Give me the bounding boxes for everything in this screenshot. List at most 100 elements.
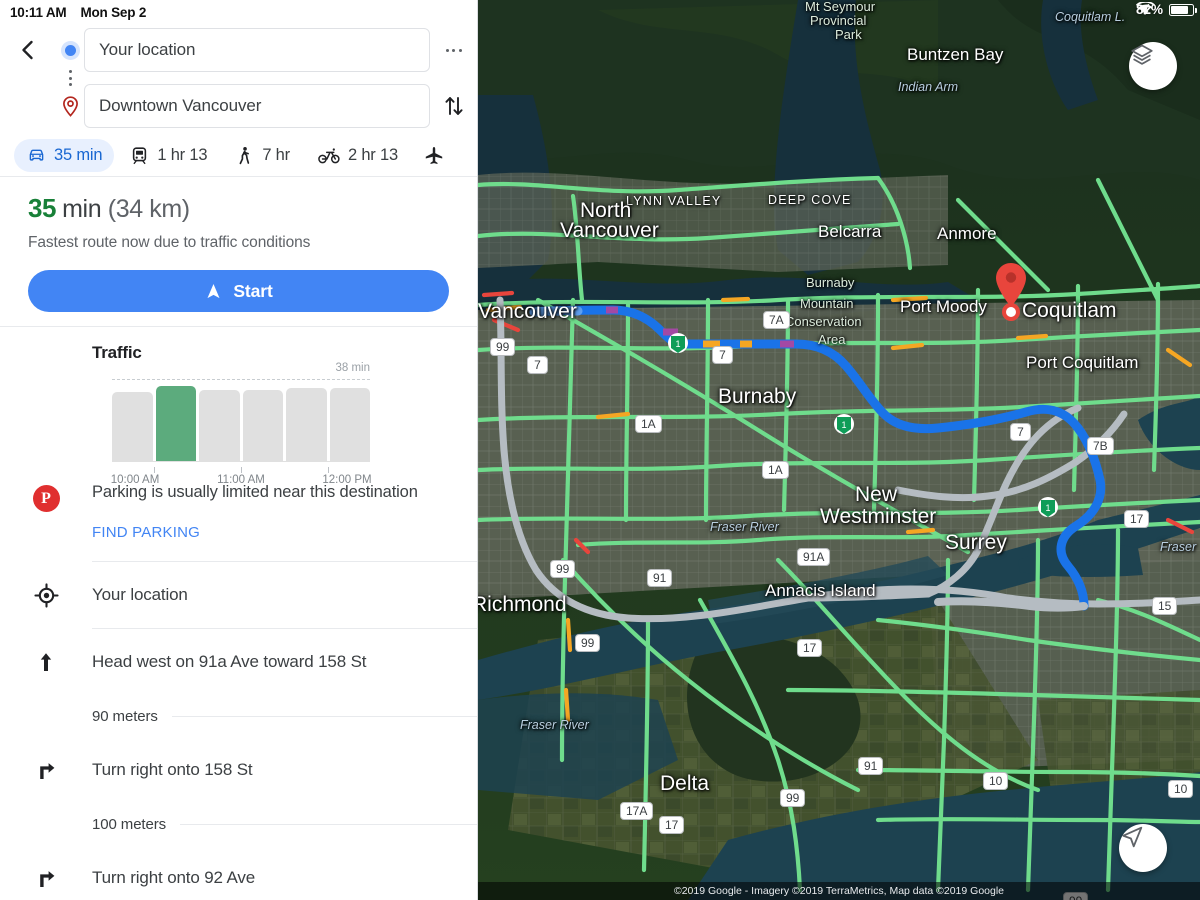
mode-driving-label: 35 min bbox=[54, 145, 103, 164]
more-horizontal-icon bbox=[445, 48, 462, 52]
back-button[interactable] bbox=[0, 38, 56, 62]
eta-unit: min bbox=[62, 195, 102, 223]
eta-line: 35 min (34 km) bbox=[28, 193, 449, 224]
origin-dot-icon bbox=[64, 44, 76, 56]
swap-route-button[interactable] bbox=[430, 93, 477, 119]
highway-shield: 7 bbox=[527, 356, 548, 374]
connector-dots-icon bbox=[68, 70, 72, 86]
map-pin-icon bbox=[62, 95, 78, 117]
destination-pin-marker bbox=[56, 95, 84, 117]
traffic-bar bbox=[155, 385, 196, 461]
step-distance: 100 meters bbox=[92, 815, 167, 833]
destination-input[interactable]: Downtown Vancouver bbox=[84, 84, 430, 128]
origin-dot-marker bbox=[56, 44, 84, 56]
directions-step-list: Your location Head west on 91a Ave towar… bbox=[0, 562, 477, 900]
parking-body: Parking is usually limited near this des… bbox=[92, 483, 477, 541]
my-location-icon bbox=[33, 582, 59, 608]
chart-x-label: 10:00 AM bbox=[110, 474, 160, 486]
step-text: Turn right onto 92 Ave bbox=[92, 868, 256, 887]
highway-shield: 91 bbox=[647, 569, 673, 587]
mode-walking[interactable]: 7 hr bbox=[222, 139, 302, 172]
status-time: 10:11 AM bbox=[10, 4, 67, 20]
traffic-bar bbox=[112, 391, 153, 461]
chart-x-labels: 10:00 AM 11:00 AM 12:00 PM bbox=[82, 474, 400, 486]
route-note: Fastest route now due to traffic conditi… bbox=[28, 234, 311, 251]
map-view[interactable]: 1 1 1 82% Mt Seymour Provincial Park Bun… bbox=[478, 0, 1200, 900]
highway-shield: 99 bbox=[550, 560, 576, 578]
mode-flights[interactable] bbox=[413, 139, 455, 172]
svg-text:1: 1 bbox=[841, 420, 846, 430]
mode-cycling[interactable]: 2 hr 13 bbox=[305, 139, 410, 172]
highway-shield: 99 bbox=[780, 789, 806, 807]
highway-shield: 17 bbox=[659, 816, 685, 834]
chevron-left-icon bbox=[22, 40, 33, 60]
highway-shield: 7 bbox=[1010, 423, 1031, 441]
chart-x-label: 11:00 AM bbox=[217, 474, 265, 486]
mode-transit-label: 1 hr 13 bbox=[157, 145, 208, 164]
turn-right-icon bbox=[40, 871, 55, 887]
step-text: Turn right onto 158 St bbox=[92, 760, 253, 779]
traffic-section: Traffic 38 min 10:00 AM 11:00 AM 12:00 PM bbox=[0, 327, 477, 486]
mode-transit[interactable]: 1 hr 13 bbox=[117, 139, 219, 172]
traffic-title: Traffic bbox=[92, 343, 142, 362]
system-status-icons: 82% bbox=[1136, 2, 1197, 17]
map-attribution: ©2019 Google - Imagery ©2019 TerraMetric… bbox=[478, 882, 1200, 900]
eta-distance: (34 km) bbox=[107, 195, 190, 223]
origin-input[interactable]: Your location bbox=[84, 28, 430, 72]
step-head-west[interactable]: Head west on 91a Ave toward 158 St bbox=[0, 629, 477, 695]
traffic-bar bbox=[329, 387, 370, 461]
step-turn-right-92[interactable]: Turn right onto 92 Ave bbox=[0, 845, 477, 900]
step-turn-right-158[interactable]: Turn right onto 158 St bbox=[0, 737, 477, 803]
mode-cycling-label: 2 hr 13 bbox=[347, 145, 398, 164]
highway-shield: 99 bbox=[575, 634, 601, 652]
step-icon-wrap bbox=[0, 758, 92, 782]
start-navigation-button[interactable]: Start bbox=[28, 270, 449, 312]
mode-walking-label: 7 hr bbox=[262, 145, 290, 164]
highway-shield: 17 bbox=[1124, 510, 1150, 528]
baseline-label: 38 min bbox=[331, 362, 370, 374]
traffic-bar bbox=[199, 389, 240, 461]
parking-section: P Parking is usually limited near this d… bbox=[0, 461, 477, 541]
eta-duration: 35 bbox=[28, 193, 57, 223]
svg-text:1: 1 bbox=[675, 339, 680, 349]
layers-icon bbox=[1131, 44, 1153, 65]
swap-vertical-icon bbox=[444, 97, 463, 115]
chart-axis bbox=[112, 461, 370, 462]
step-icon-wrap bbox=[0, 582, 92, 608]
destination-ring-icon bbox=[1002, 303, 1020, 321]
map-layers-button[interactable] bbox=[1129, 42, 1177, 90]
car-icon bbox=[29, 149, 44, 161]
route-summary: 35 min (34 km) Fastest route now due to t… bbox=[0, 177, 477, 312]
overflow-menu-button[interactable] bbox=[430, 48, 477, 52]
highway-shield: 7A bbox=[763, 311, 790, 329]
destination-pin-icon bbox=[996, 263, 1026, 307]
distance-rule bbox=[180, 823, 477, 825]
step-distance-row: 100 meters bbox=[0, 803, 477, 845]
navigation-arrow-icon bbox=[207, 283, 220, 298]
highway-shield: 17A bbox=[620, 802, 654, 820]
maps-app: 10:11 AM Mon Sep 2 Your location Downtow… bbox=[0, 0, 1200, 900]
origin-row: Your location bbox=[0, 28, 477, 72]
directions-panel: 10:11 AM Mon Sep 2 Your location Downtow… bbox=[0, 0, 478, 900]
recenter-location-button[interactable] bbox=[1119, 824, 1167, 872]
traffic-bars bbox=[112, 379, 370, 461]
svg-text:1: 1 bbox=[1045, 503, 1050, 513]
traffic-chart: 38 min 10:00 AM 11:00 AM 12:00 PM bbox=[111, 362, 372, 486]
highway-shield: 17 bbox=[797, 639, 823, 657]
status-bar: 10:11 AM Mon Sep 2 bbox=[0, 0, 477, 24]
parking-icon-column: P bbox=[0, 483, 92, 541]
traffic-bar bbox=[242, 389, 283, 461]
find-parking-link[interactable]: FIND PARKING bbox=[92, 524, 457, 541]
mode-driving[interactable]: 35 min bbox=[14, 138, 115, 172]
arrow-straight-icon bbox=[40, 653, 52, 671]
step-your-location[interactable]: Your location bbox=[0, 562, 477, 628]
highway-shield: 7B bbox=[1087, 437, 1114, 455]
highway-shield: 1A bbox=[762, 461, 789, 479]
highway-shield: 15 bbox=[1152, 597, 1178, 615]
route-connector bbox=[0, 70, 477, 86]
step-text: Your location bbox=[92, 585, 188, 604]
flight-icon bbox=[425, 146, 443, 164]
traffic-bar bbox=[286, 387, 327, 461]
destination-row: Downtown Vancouver bbox=[0, 84, 477, 128]
walk-icon bbox=[239, 146, 250, 164]
